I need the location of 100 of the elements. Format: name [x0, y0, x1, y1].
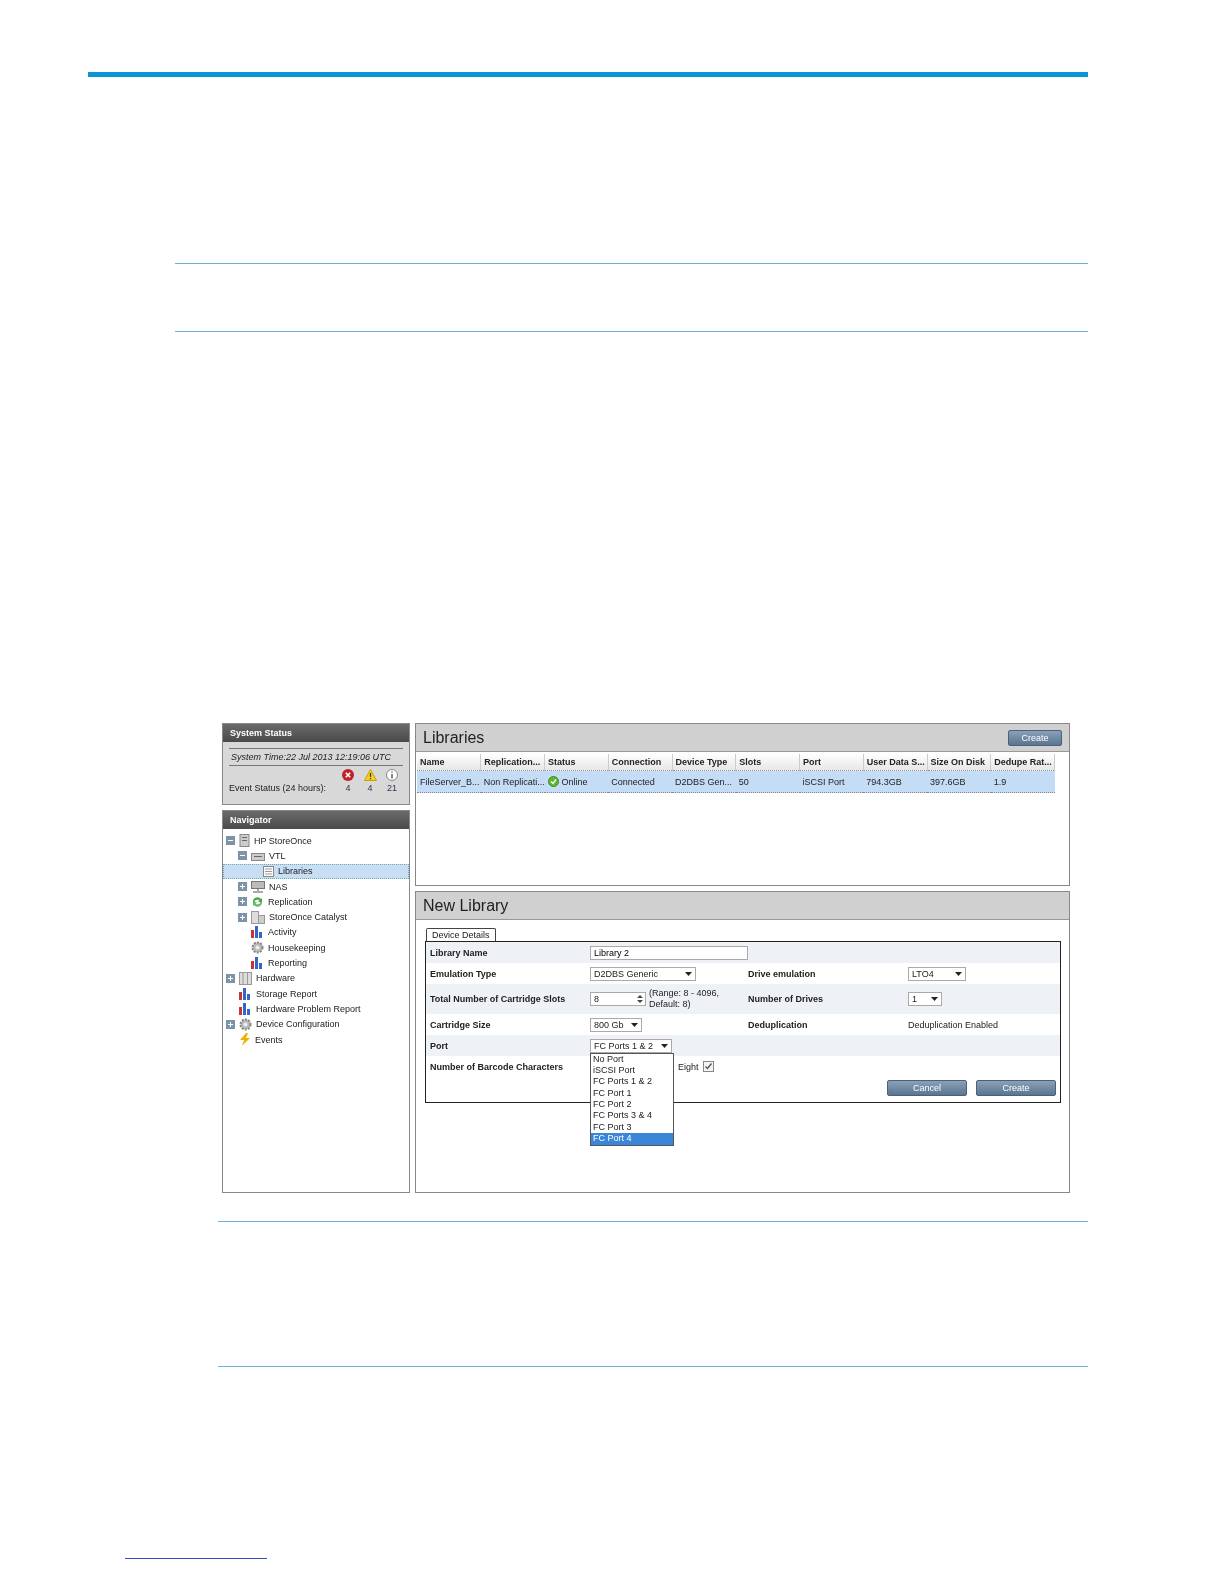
expand-toggle[interactable] [238, 897, 247, 907]
tree-item[interactable]: NAS [223, 878, 409, 895]
collapse-toggle[interactable] [226, 836, 235, 846]
field-label: Drive emulation [748, 968, 817, 979]
catalyst-icon [251, 910, 265, 924]
caret-icon [631, 1022, 638, 1027]
caret-icon [661, 1043, 668, 1048]
warning-icon [363, 769, 377, 781]
bar-chart-icon [239, 987, 252, 1000]
sync-icon [251, 895, 264, 908]
field-label: Cartridge Size [429, 1019, 492, 1030]
dropdown-option[interactable]: FC Port 2 [591, 1099, 673, 1111]
dropdown[interactable]: 1 [908, 992, 942, 1006]
caret-icon [931, 997, 938, 1001]
tree-item[interactable]: StoreOnce Catalyst [223, 909, 409, 925]
form-button[interactable]: Create [976, 1080, 1056, 1096]
dropdown-option[interactable]: iSCSI Port [591, 1064, 673, 1077]
table-cell: FileServer_B... [417, 770, 481, 793]
hardware-icon [239, 971, 252, 985]
system-time: System Time:22 Jul 2013 12:19:06 UTC [229, 748, 403, 766]
tree-item[interactable]: Libraries [223, 863, 409, 879]
column-header[interactable]: Port [799, 754, 864, 771]
column-header[interactable]: Name [417, 754, 481, 771]
form-button[interactable]: Cancel [887, 1080, 967, 1096]
field-label: Number of Drives [748, 994, 825, 1004]
dropdown-option[interactable]: No Port [591, 1053, 673, 1065]
check-circle-icon [547, 776, 559, 787]
column-header[interactable]: Status [544, 754, 609, 771]
tree-item[interactable]: VTL [223, 848, 409, 864]
column-header[interactable]: Connection [608, 754, 672, 771]
field-label: Deduplication [748, 1019, 809, 1030]
column-header[interactable]: Dedupe Rat... [990, 754, 1055, 771]
tree-item[interactable]: HP StoreOnce [223, 833, 409, 849]
tree-item[interactable]: Reporting [223, 955, 409, 971]
expand-toggle[interactable] [226, 973, 235, 983]
create-button[interactable]: Create [1008, 729, 1062, 746]
column-header[interactable]: Slots [735, 754, 800, 771]
panel-title: Navigator [223, 811, 409, 829]
tree-item[interactable]: Device Configuration [223, 1016, 409, 1032]
drive-icon [251, 850, 265, 861]
table-cell: D2DBS Gen... [672, 770, 736, 793]
table-cell: Connected [608, 770, 672, 793]
column-header[interactable]: User Data S... [863, 754, 927, 771]
error-icon [342, 769, 354, 781]
dropdown[interactable]: 800 Gb [590, 1017, 642, 1032]
panel-title: New Library [423, 896, 509, 915]
spinner-arrows-icon[interactable] [635, 993, 645, 1005]
expand-toggle[interactable] [238, 882, 247, 892]
field-label: Total Number of Cartridge Slots [429, 994, 567, 1004]
collapse-toggle[interactable] [238, 851, 247, 861]
tree-item[interactable]: Replication [223, 894, 409, 910]
dropdown[interactable]: FC Ports 1 & 2 [590, 1038, 672, 1053]
panel-title: System Status [223, 724, 409, 742]
dropdown-option[interactable]: FC Ports 3 & 4 [591, 1110, 673, 1122]
bar-chart-icon [251, 957, 264, 969]
dropdown-option[interactable]: FC Port 4 [591, 1133, 673, 1145]
server-icon [239, 834, 250, 848]
expand-toggle[interactable] [226, 1019, 235, 1029]
table-cell: 397.6GB [927, 770, 991, 793]
info-icon [386, 769, 398, 781]
caret-icon [955, 971, 962, 976]
tab[interactable]: Device Details [426, 928, 496, 941]
column-header[interactable]: Device Type [672, 754, 736, 771]
list-icon [263, 865, 274, 877]
field-label: Library Name [429, 947, 489, 958]
event-count[interactable]: 4 [367, 783, 373, 793]
table-cell: 794.3GB [863, 770, 927, 793]
field-value: Eight [678, 1061, 699, 1072]
tree-item[interactable]: Hardware [223, 970, 409, 986]
library-name-field[interactable]: Library 2 [590, 945, 748, 960]
field-label: Emulation Type [429, 968, 498, 979]
caret-icon [685, 971, 692, 976]
bar-chart-icon [239, 1002, 252, 1015]
event-status-label: Event Status (24 hours): [229, 783, 328, 793]
field-label: Port [429, 1040, 449, 1051]
dropdown[interactable]: LTO4 [908, 966, 966, 981]
dropdown[interactable]: D2DBS Generic [590, 966, 696, 981]
lightning-icon [239, 1033, 251, 1046]
field-label: Number of Barcode Characters [429, 1061, 565, 1072]
field-value: Deduplication Enabled [908, 1019, 999, 1030]
panel-title: Libraries [423, 728, 485, 747]
tree-item[interactable]: Hardware Problem Report [223, 1001, 409, 1017]
gear-icon [239, 1017, 252, 1031]
spinner-field[interactable]: 8 [590, 992, 646, 1006]
tree-item[interactable]: Events [223, 1031, 409, 1048]
expand-toggle[interactable] [238, 912, 247, 922]
column-header[interactable]: Size On Disk [927, 754, 991, 771]
dropdown-option[interactable]: FC Ports 1 & 2 [591, 1076, 673, 1088]
range-note: (Range: 8 - 4096, Default: 8) [649, 988, 721, 1010]
dropdown-option[interactable]: FC Port 1 [591, 1087, 673, 1100]
network-icon [251, 880, 265, 893]
event-count[interactable]: 21 [387, 783, 397, 793]
tree-item[interactable]: Storage Report [223, 985, 409, 1002]
event-count[interactable]: 4 [345, 783, 351, 793]
column-header[interactable]: Replication... [480, 754, 545, 771]
dropdown-option[interactable]: FC Port 3 [591, 1121, 673, 1134]
tree-item[interactable]: Activity [223, 924, 409, 941]
checkbox[interactable] [702, 1061, 714, 1072]
gear-icon [251, 941, 264, 955]
tree-item[interactable]: Housekeeping [223, 940, 409, 956]
